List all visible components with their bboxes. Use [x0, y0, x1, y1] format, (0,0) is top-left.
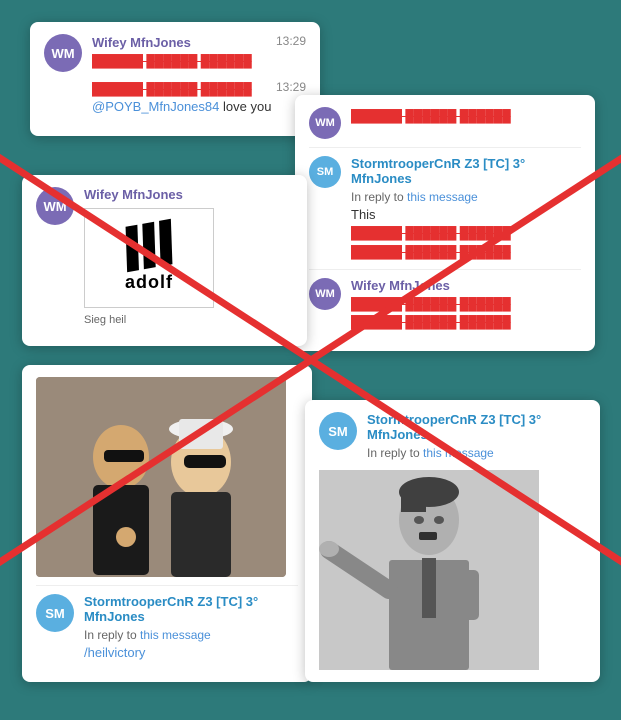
timestamp-1: 13:29	[276, 34, 306, 48]
username-sm-1: StormtrooperCnR Z3 [TC] 3° MfnJones	[351, 156, 581, 186]
censored-sm-1b: ██████ ██████ ██████	[351, 243, 581, 261]
message-content-1: Wifey MfnJones 13:29 ██████ ██████ █████…	[92, 34, 306, 70]
adidas-stripes	[122, 219, 175, 271]
chat-card-4: SM StormtrooperCnR Z3 [TC] 3° MfnJones I…	[22, 365, 312, 682]
msg-content-img: Wifey MfnJones adolf Sieg heil	[84, 187, 293, 326]
chat-card-5: SM StormtrooperCnR Z3 [TC] 3° MfnJones I…	[305, 400, 600, 682]
censored-2: ██████ ██████ ██████	[92, 82, 252, 96]
people-photo	[36, 377, 286, 577]
reply-link-1[interactable]: this message	[407, 190, 478, 204]
censored-wm: ██████ ██████ ██████	[351, 107, 581, 125]
msg-content-wm-3: Wifey MfnJones ██████ ██████ ██████ ████…	[351, 278, 581, 331]
reply-link-2[interactable]: this message	[140, 628, 211, 642]
censored-wm-3b: ██████ ██████ ██████	[351, 313, 581, 331]
censored-sm-text-1a: ██████ ██████ ██████	[351, 226, 511, 240]
avatar-sm-2: SM	[36, 594, 74, 632]
message-row-sm-3: SM StormtrooperCnR Z3 [TC] 3° MfnJones I…	[319, 412, 586, 462]
avatar-wm-2: WM	[309, 107, 341, 139]
message-header-1: Wifey MfnJones 13:29	[92, 34, 306, 52]
heil-link[interactable]: /heilvictory	[84, 645, 145, 660]
censored-wm-text: ██████ ██████ ██████	[351, 109, 511, 123]
username-sm-2: StormtrooperCnR Z3 [TC] 3° MfnJones	[84, 594, 298, 624]
avatar-sm-3: SM	[319, 412, 357, 450]
adolf-image: adolf	[84, 208, 214, 308]
username-sm-3: StormtrooperCnR Z3 [TC] 3° MfnJones	[367, 412, 586, 442]
timestamp-2: 13:29	[276, 80, 306, 94]
people-photo-svg	[36, 377, 286, 577]
censored-1: ██████ ██████ ██████	[92, 54, 252, 68]
message-row-1: WM Wifey MfnJones 13:29 ██████ ██████ ██…	[44, 34, 306, 72]
message-row-2: 13:29 ██████ ██████ ██████ @POYB_MfnJone…	[44, 80, 306, 116]
reply-sm-3: In reply to this message	[367, 444, 586, 462]
this-text: This	[351, 206, 581, 224]
stripe-3	[159, 219, 172, 266]
mention-1: @POYB_MfnJones84	[92, 99, 219, 114]
chat-card-2: WM ██████ ██████ ██████ SM StormtrooperC…	[295, 95, 595, 351]
heil-victory: /heilvictory	[84, 644, 298, 662]
hitler-image	[319, 470, 539, 670]
reply-sm-1: In reply to this message	[351, 188, 581, 206]
censored-wm-3b-text: ██████ ██████ ██████	[351, 315, 511, 329]
message-row-wm-3: WM Wifey MfnJones ██████ ██████ ██████ █…	[309, 278, 581, 331]
msg-text-3: @POYB_MfnJones84 love you	[92, 98, 306, 116]
censored-sm-text-1b: ██████ ██████ ██████	[351, 245, 511, 259]
divider-card4	[36, 585, 298, 586]
avatar-wm-3: WM	[309, 278, 341, 310]
reply-prefix-3: In reply to	[367, 446, 423, 460]
chat-card-1: WM Wifey MfnJones 13:29 ██████ ██████ ██…	[30, 22, 320, 136]
msg-text-1: ██████ ██████ ██████	[92, 52, 306, 70]
message-row-sm-2: SM StormtrooperCnR Z3 [TC] 3° MfnJones I…	[36, 594, 298, 662]
reply-sm-2: In reply to this message	[84, 626, 298, 644]
avatar-sm-1: SM	[309, 156, 341, 188]
stripe-1	[126, 225, 139, 272]
msg-content-sm-1: StormtrooperCnR Z3 [TC] 3° MfnJones In r…	[351, 156, 581, 261]
msg-content-sm-2: StormtrooperCnR Z3 [TC] 3° MfnJones In r…	[84, 594, 298, 662]
love-text: love you	[223, 99, 271, 114]
caption-text: Sieg heil	[84, 314, 293, 326]
message-content-2: 13:29 ██████ ██████ ██████ @POYB_MfnJone…	[92, 80, 306, 116]
avatar-wm-1: WM	[44, 34, 82, 72]
avatar-wm-img: WM	[36, 187, 74, 225]
msg-content-wm-2: ██████ ██████ ██████	[351, 107, 581, 125]
reply-link-3[interactable]: this message	[423, 446, 494, 460]
reply-prefix-1: In reply to	[351, 190, 407, 204]
hitler-svg	[319, 470, 539, 670]
username-wm-img: Wifey MfnJones	[84, 187, 293, 202]
msg-content-sm-3: StormtrooperCnR Z3 [TC] 3° MfnJones In r…	[367, 412, 586, 462]
divider-2	[309, 269, 581, 270]
reply-prefix-2: In reply to	[84, 628, 140, 642]
stripe-2	[142, 222, 155, 269]
username-1: Wifey MfnJones	[92, 35, 191, 50]
censored-sm-1a: ██████ ██████ ██████	[351, 224, 581, 242]
message-row-wm-img: WM Wifey MfnJones adolf Sieg heil	[36, 187, 293, 326]
message-row-wm-2: WM ██████ ██████ ██████	[309, 107, 581, 139]
adolf-word: adolf	[125, 272, 173, 293]
message-row-sm-1: SM StormtrooperCnR Z3 [TC] 3° MfnJones I…	[309, 156, 581, 261]
username-wm-3: Wifey MfnJones	[351, 278, 581, 293]
divider-1	[309, 147, 581, 148]
censored-wm-3a: ██████ ██████ ██████	[351, 295, 581, 313]
msg-text-2: ██████ ██████ ██████	[92, 80, 306, 98]
chat-card-3: WM Wifey MfnJones adolf Sieg heil	[22, 175, 307, 346]
censored-wm-3a-text: ██████ ██████ ██████	[351, 297, 511, 311]
